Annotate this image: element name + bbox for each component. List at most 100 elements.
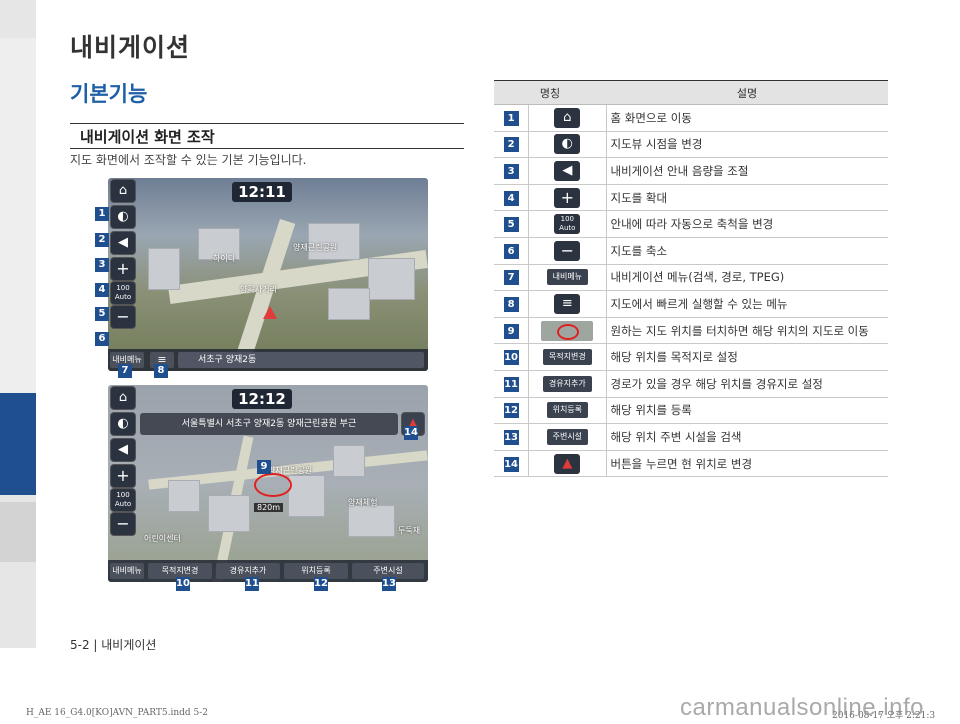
row-desc: 홈 화면으로 이동 — [606, 104, 888, 132]
minus-icon: − — [116, 307, 130, 326]
row-number: 6 — [503, 243, 519, 259]
volume-icon: ◀ — [554, 160, 581, 181]
row-desc: 지도뷰 시점을 변경 — [606, 131, 888, 159]
map-building — [148, 248, 180, 290]
set-destination-label: 목적지변경 — [542, 349, 592, 366]
nav-menu-button[interactable]: 내비메뉴 — [110, 563, 144, 579]
volume-button[interactable]: ◀ — [111, 232, 135, 254]
compass-icon: ◐ — [117, 416, 129, 431]
chapter-tab — [0, 502, 36, 562]
map-building — [288, 475, 325, 517]
add-waypoint-label: 경유지추가 — [542, 375, 592, 392]
header-name: 명칭 — [494, 80, 606, 105]
map-building — [208, 495, 250, 532]
nearby-facilities-label: 주변시설 — [546, 428, 589, 445]
chapter-tab — [0, 38, 36, 393]
map-touch-icon — [541, 320, 594, 341]
print-info-left: H_AE 16_G4.0[KO]AVN_PART5.indd 5-2 — [26, 708, 209, 718]
row-number: 8 — [503, 296, 519, 312]
callout-11: 11 — [245, 577, 259, 591]
row-desc: 해당 위치를 목적지로 설정 — [606, 343, 888, 371]
place-label: 하이디 — [213, 254, 236, 263]
zoom-out-button[interactable]: − — [111, 513, 135, 535]
row-desc: 원하는 지도 위치를 터치하면 해당 위치의 지도로 이동 — [606, 317, 888, 345]
row-number: 12 — [503, 403, 519, 419]
touch-point-circle[interactable] — [254, 473, 292, 497]
clock: 12:12 — [232, 389, 292, 409]
home-button[interactable]: ⌂ — [111, 387, 135, 409]
row-number: 2 — [503, 137, 519, 153]
compass-icon: ◐ — [554, 134, 581, 155]
table-row: 2 ◐ 지도뷰 시점을 변경 — [494, 131, 888, 159]
place-label: 어린이센터 — [144, 534, 181, 543]
plus-icon: + — [116, 259, 130, 278]
place-label: 양재근린공원 — [293, 243, 338, 252]
callout-13: 13 — [382, 577, 396, 591]
row-number: 7 — [503, 270, 519, 286]
table-row: 14 ▲ 버튼을 누르면 현 위치로 변경 — [494, 450, 888, 478]
callout-7: 7 — [118, 364, 132, 378]
callout-14: 14 — [404, 426, 418, 440]
auto-scale-button[interactable]: 100 Auto — [111, 282, 135, 304]
row-desc: 지도를 축소 — [606, 237, 888, 265]
table-row: 10 목적지변경 해당 위치를 목적지로 설정 — [494, 343, 888, 371]
clock: 12:11 — [232, 182, 292, 202]
compass-button[interactable]: ◐ — [111, 413, 135, 435]
volume-icon: ◀ — [118, 235, 128, 250]
zoom-in-button[interactable]: + — [111, 258, 135, 280]
place-label: 두둑재 — [398, 526, 421, 535]
map-building — [368, 258, 415, 300]
nav-screen-1: 12:11 ⌂ ◐ ◀ + 100 Auto − 양곡사거리 하이디 양재근린공원… — [108, 178, 428, 371]
table-row: 5 100 Auto 안내에 따라 자동으로 축척을 변경 — [494, 210, 888, 238]
quick-menu-icon: ≡ — [554, 293, 581, 314]
home-button[interactable]: ⌂ — [111, 180, 135, 202]
compass-button[interactable]: ◐ — [111, 206, 135, 228]
callout-2: 2 — [95, 233, 109, 247]
callout-5: 5 — [95, 307, 109, 321]
auto-scale-label: Auto — [559, 224, 576, 233]
register-location-label: 위치등록 — [546, 402, 589, 419]
row-desc: 안내에 따라 자동으로 축척을 변경 — [606, 210, 888, 238]
callout-8: 8 — [154, 364, 168, 378]
row-desc: 지도에서 빠르게 실행할 수 있는 메뉴 — [606, 290, 888, 318]
callout-9: 9 — [257, 460, 271, 474]
home-icon: ⌂ — [118, 390, 128, 405]
table-row: 9 원하는 지도 위치를 터치하면 해당 위치의 지도로 이동 — [494, 317, 888, 345]
table-row: 4 + 지도를 확대 — [494, 184, 888, 212]
callout-10: 10 — [176, 577, 190, 591]
table-row: 7 내비메뉴 내비게이션 메뉴(검색, 경로, TPEG) — [494, 264, 888, 292]
bottom-bar: 내비메뉴 목적지변경 경유지추가 위치등록 주변시설 — [108, 560, 428, 582]
home-icon: ⌂ — [118, 183, 128, 198]
chapter-tab-active — [0, 393, 36, 495]
map-building — [328, 288, 370, 320]
callout-12: 12 — [314, 577, 328, 591]
auto-scale-top: 100 — [116, 284, 130, 292]
table-row: 13 주변시설 해당 위치 주변 시설을 검색 — [494, 423, 888, 451]
auto-scale-button[interactable]: 100 Auto — [111, 489, 135, 511]
row-desc: 지도를 확대 — [606, 184, 888, 212]
zoom-in-button[interactable]: + — [111, 465, 135, 487]
auto-scale-label: Auto — [114, 293, 132, 301]
row-number: 11 — [503, 376, 519, 392]
auto-scale-label: Auto — [114, 500, 132, 508]
map-building — [348, 505, 395, 537]
address-bar: 서초구 양재2동 — [178, 352, 424, 368]
table-header: 명칭 설명 — [494, 80, 888, 105]
watermark: carmanualsonline.info — [680, 694, 924, 721]
zoom-out-button[interactable]: − — [111, 306, 135, 328]
row-desc: 버튼을 누르면 현 위치로 변경 — [606, 450, 888, 478]
page-title: 내비게이션 — [70, 33, 191, 62]
callout-6: 6 — [95, 332, 109, 346]
nav-screen-2: 12:12 서울특별시 서초구 양재2동 양재근린공원 부근 ⌂ ◐ ◀ + 1… — [108, 385, 428, 582]
volume-button[interactable]: ◀ — [111, 439, 135, 461]
description-text: 지도 화면에서 조작할 수 있는 기본 기능입니다. — [70, 153, 307, 167]
map-building — [168, 480, 200, 512]
row-desc: 해당 위치를 등록 — [606, 397, 888, 425]
row-desc: 내비게이션 메뉴(검색, 경로, TPEG) — [606, 264, 888, 292]
row-number: 10 — [503, 350, 519, 366]
auto-scale-top: 100 — [116, 491, 130, 499]
row-number: 5 — [503, 217, 519, 233]
table-row: 1 ⌂ 홈 화면으로 이동 — [494, 104, 888, 132]
row-desc: 해당 위치 주변 시설을 검색 — [606, 423, 888, 451]
callout-3: 3 — [95, 258, 109, 272]
